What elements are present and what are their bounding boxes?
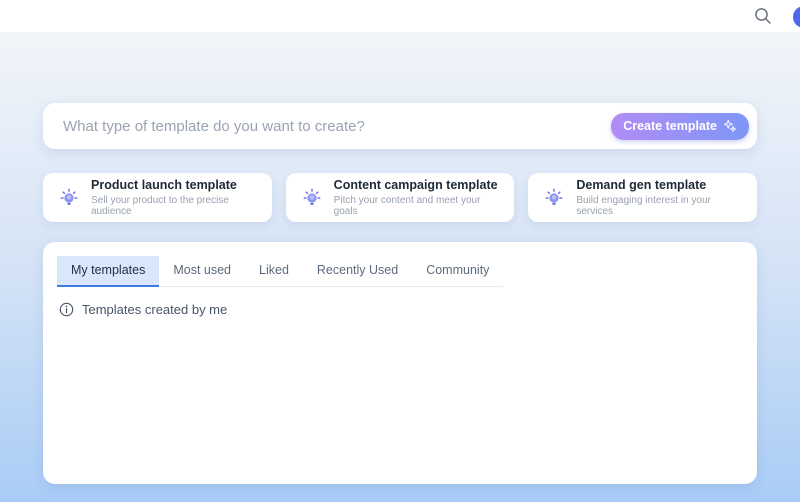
suggestion-cards: Product launch template Sell your produc… — [43, 173, 757, 222]
empty-state-row: Templates created by me — [57, 302, 743, 317]
tab-most-used[interactable]: Most used — [159, 256, 245, 287]
tab-my-templates[interactable]: My templates — [57, 256, 159, 287]
card-subtitle: Build engaging interest in your services — [576, 195, 747, 217]
card-subtitle: Sell your product to the precise audienc… — [91, 195, 262, 217]
topbar — [0, 0, 800, 32]
card-title: Demand gen template — [576, 178, 747, 194]
tab-recently-used[interactable]: Recently Used — [303, 256, 412, 287]
tab-liked[interactable]: Liked — [245, 256, 303, 287]
lightbulb-icon — [58, 187, 80, 209]
search-icon[interactable] — [754, 7, 772, 25]
create-template-label: Create template — [623, 119, 717, 133]
templates-panel: My templates Most used Liked Recently Us… — [43, 242, 757, 484]
card-subtitle: Pitch your content and meet your goals — [334, 195, 505, 217]
lightbulb-icon — [301, 187, 323, 209]
lightbulb-icon — [543, 187, 565, 209]
suggestion-card-content-campaign[interactable]: Content campaign template Pitch your con… — [286, 173, 515, 222]
card-title: Product launch template — [91, 178, 262, 194]
user-avatar[interactable] — [793, 6, 800, 28]
template-prompt-bar: Create template — [43, 103, 757, 149]
page-background: Create template — [0, 32, 800, 502]
sparkles-icon — [723, 119, 737, 133]
tab-community[interactable]: Community — [412, 256, 503, 287]
card-title: Content campaign template — [334, 178, 505, 194]
empty-state-text: Templates created by me — [82, 302, 227, 317]
template-prompt-input[interactable] — [63, 118, 611, 135]
templates-tabs: My templates Most used Liked Recently Us… — [57, 256, 503, 287]
suggestion-card-demand-gen[interactable]: Demand gen template Build engaging inter… — [528, 173, 757, 222]
info-icon — [59, 302, 74, 317]
suggestion-card-product-launch[interactable]: Product launch template Sell your produc… — [43, 173, 272, 222]
create-template-button[interactable]: Create template — [611, 113, 749, 140]
